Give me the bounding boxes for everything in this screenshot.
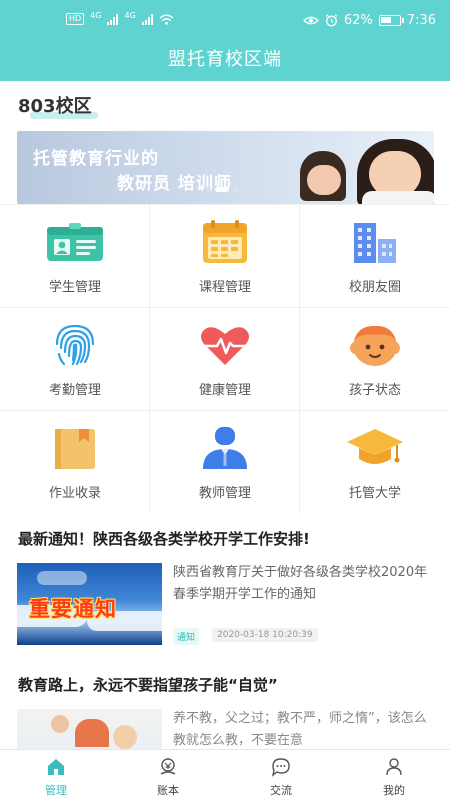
thumbnail-figure [113, 725, 137, 749]
news-summary: 陕西省教育厅关于做好各级各类学校2020年春季学期开学工作的通知 [173, 565, 428, 602]
grid-item-label: 考勤管理 [48, 383, 101, 398]
id-card-icon [46, 223, 103, 261]
grid-item-student-management[interactable]: 学生管理 [0, 205, 150, 308]
campus-name[interactable]: 803校区 [18, 92, 92, 118]
home-icon [48, 759, 64, 775]
thumbnail-figure [75, 719, 109, 747]
page-title: 盟托育校区端 [168, 49, 282, 70]
signal-icon [107, 13, 119, 25]
grid-item-health[interactable]: 健康管理 [150, 308, 300, 411]
chat-icon [271, 758, 290, 777]
news-time: 2020-03-18 10:20:39 [212, 628, 318, 642]
banner-pagination [206, 187, 238, 192]
tab-ledger[interactable]: 账本 [112, 750, 224, 800]
battery-icon [378, 15, 404, 26]
app-header: HD 4G 4G 62% 7:36 盟托育校区端 [0, 0, 450, 81]
banner-dot[interactable] [215, 187, 229, 192]
grid-item-label: 托管大学 [348, 486, 401, 501]
ledger-icon [160, 758, 176, 775]
heart-pulse-icon [200, 327, 249, 365]
user-icon [386, 758, 402, 776]
network-type: 4G [90, 10, 102, 20]
news-title[interactable]: 教育路上，永远不要指望孩子能“自觉” [18, 674, 278, 695]
grid-item-child-status[interactable]: 孩子状态 [300, 308, 450, 411]
news-title[interactable]: 最新通知！陕西各级各类学校开学工作安排! [18, 528, 310, 549]
grid-item-school-moments[interactable]: 校朋友圈 [300, 205, 450, 308]
banner-teacher-shirt [362, 191, 434, 204]
bottom-tab-bar: 管理 账本 交流 我的 [0, 749, 450, 800]
news-thumbnail[interactable]: 重要通知 [17, 563, 162, 645]
grid-item-label: 学生管理 [48, 280, 101, 295]
grid-item-label: 孩子状态 [348, 383, 401, 398]
grid-item-label: 校朋友圈 [348, 280, 401, 295]
grid-item-label: 课程管理 [198, 280, 251, 295]
thumbnail-figure [51, 715, 69, 733]
grid-item-tutoring-university[interactable]: 托管大学 [300, 411, 450, 514]
graduation-cap-icon [347, 429, 403, 464]
fingerprint-icon [55, 324, 94, 366]
battery-percent: 62% [343, 13, 373, 28]
network-type-2: 4G [124, 10, 136, 20]
tab-label: 管理 [45, 784, 67, 797]
grid-item-label: 作业收录 [48, 486, 101, 501]
tab-chat[interactable]: 交流 [225, 750, 337, 800]
grid-item-attendance[interactable]: 考勤管理 [0, 308, 150, 411]
wifi-icon [159, 14, 174, 25]
teacher-icon [202, 427, 247, 469]
tab-label: 交流 [270, 784, 292, 797]
folder-box-icon [54, 429, 95, 469]
banner-dot[interactable] [233, 187, 238, 192]
news-summary: 养不教，父之过；教不严，师之惰”，该怎么教就怎么教，不要在意 [173, 711, 427, 748]
news-tag: 通知 [173, 628, 200, 645]
tab-label: 我的 [383, 784, 405, 797]
signal-icon-2 [141, 13, 153, 25]
banner-child-face [307, 165, 341, 195]
status-bar-right: 62% 7:36 [302, 13, 436, 28]
eye-icon [302, 16, 319, 25]
grid-item-course-management[interactable]: 课程管理 [150, 205, 300, 308]
news-thumbnail[interactable] [17, 709, 162, 749]
banner-line-1: 托管教育行业的 [33, 149, 159, 169]
tab-mine[interactable]: 我的 [338, 750, 450, 800]
tab-label: 账本 [157, 784, 179, 797]
status-bar-left: HD 4G 4G [66, 10, 174, 25]
function-grid: 学生管理 课程管理 校朋友圈 考勤管理 健康管理 孩子状态 作业收录 教师管理 … [0, 204, 450, 514]
promo-banner[interactable]: 托管教育行业的 教研员 培训师 [17, 131, 434, 204]
calendar-icon [202, 220, 247, 263]
alarm-icon [325, 14, 338, 27]
news-thumbnail-text: 重要通知 [29, 597, 117, 621]
grid-item-label: 健康管理 [198, 383, 251, 398]
grid-item-teacher-management[interactable]: 教师管理 [150, 411, 300, 514]
hd-badge: HD [66, 13, 85, 25]
grid-item-homework[interactable]: 作业收录 [0, 411, 150, 514]
child-face-icon [350, 325, 400, 366]
buildings-icon [354, 223, 396, 263]
banner-dot[interactable] [206, 187, 211, 192]
tab-management[interactable]: 管理 [0, 750, 112, 800]
status-bar: HD 4G 4G 62% 7:36 [0, 0, 450, 40]
grid-item-label: 教师管理 [198, 486, 251, 501]
clock: 7:36 [406, 13, 436, 28]
